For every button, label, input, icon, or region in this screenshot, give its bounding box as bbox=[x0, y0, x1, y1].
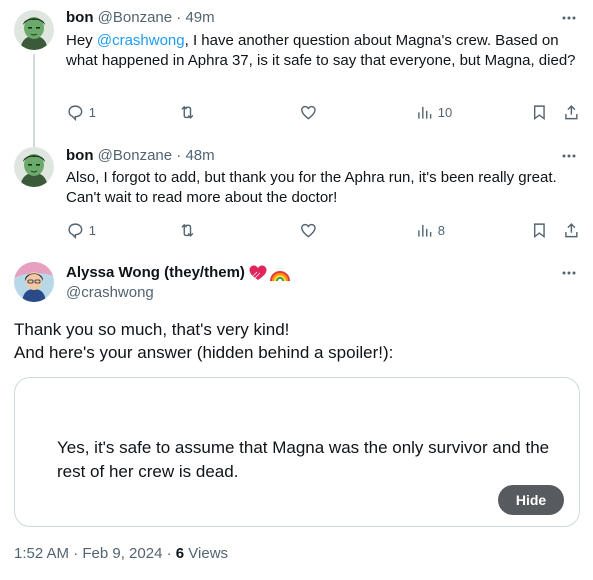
retweet-icon bbox=[181, 105, 194, 119]
spoiler-text: Yes, it's safe to assume that Magna was … bbox=[57, 438, 550, 481]
separator: · bbox=[176, 9, 182, 26]
avatar-bon-icon bbox=[14, 10, 54, 50]
bookmark-icon bbox=[533, 223, 545, 238]
thread-line bbox=[33, 54, 35, 148]
views-count: 10 bbox=[437, 104, 453, 120]
reply-button[interactable]: 1 bbox=[66, 102, 96, 122]
main-author-handle[interactable]: @crashwong bbox=[66, 283, 154, 303]
bookmark-icon bbox=[533, 105, 545, 120]
author-handle[interactable]: @Bonzane bbox=[98, 147, 172, 164]
bookmark-button[interactable] bbox=[530, 220, 549, 240]
author-name[interactable]: bon bbox=[66, 147, 94, 164]
bookmark-button[interactable] bbox=[530, 102, 549, 122]
reply-count: 1 bbox=[88, 104, 96, 120]
action-bar: 1 8 bbox=[66, 220, 582, 240]
tweet-text: Hey @crashwong, I have another question … bbox=[66, 31, 578, 71]
avatar-alyssa-icon bbox=[14, 262, 54, 302]
spoiler-card[interactable]: Yes, it's safe to assume that Magna was … bbox=[14, 377, 580, 527]
main-author-name-text[interactable]: Alyssa Wong (they/them) bbox=[66, 263, 245, 283]
avatar-bon-icon bbox=[14, 147, 54, 187]
more-icon bbox=[562, 16, 576, 20]
avatar[interactable] bbox=[14, 10, 54, 50]
tweet-header: bon @Bonzane · 49m bbox=[66, 8, 215, 28]
retweet-button[interactable] bbox=[178, 102, 197, 122]
timestamp[interactable]: 49m bbox=[185, 9, 214, 26]
retweet-button[interactable] bbox=[178, 220, 197, 240]
more-button[interactable] bbox=[559, 263, 579, 283]
timestamp[interactable]: 48m bbox=[185, 147, 214, 164]
hide-button[interactable]: Hide bbox=[498, 485, 564, 515]
main-author-name: Alyssa Wong (they/them) bbox=[66, 263, 291, 283]
like-button[interactable] bbox=[299, 220, 318, 240]
separator: · bbox=[176, 147, 182, 164]
reply-count: 1 bbox=[88, 222, 96, 238]
tweet-meta: 1:52 AM · Feb 9, 2024 · 6 Views bbox=[14, 544, 228, 564]
author-name[interactable]: bon bbox=[66, 9, 94, 26]
reply-icon bbox=[68, 223, 83, 239]
avatar[interactable] bbox=[14, 262, 54, 302]
main-tweet-text: Thank you so much, that's very kind! And… bbox=[14, 318, 579, 364]
reply-button[interactable]: 1 bbox=[66, 220, 96, 240]
more-button[interactable] bbox=[559, 146, 579, 166]
views-count: 6 bbox=[175, 545, 185, 562]
post-timestamp[interactable]: 1:52 AM · Feb 9, 2024 bbox=[14, 545, 162, 562]
main-tweet-text-line: Thank you so much, that's very kind! bbox=[14, 320, 290, 339]
author-handle[interactable]: @Bonzane bbox=[98, 9, 172, 26]
tweet-text: Also, I forgot to add, but thank you for… bbox=[66, 169, 557, 206]
views-label: Views bbox=[188, 545, 229, 562]
views-count: 8 bbox=[437, 222, 445, 238]
tweet-text-start: Hey bbox=[66, 32, 97, 49]
avatar[interactable] bbox=[14, 147, 54, 187]
retweet-icon bbox=[181, 223, 194, 237]
views-button[interactable]: 10 bbox=[415, 102, 452, 122]
action-bar: 1 10 bbox=[66, 102, 582, 122]
more-button[interactable] bbox=[559, 8, 579, 28]
heart-emoji-icon bbox=[249, 265, 267, 280]
main-tweet-text-line: And here's your answer (hidden behind a … bbox=[14, 343, 394, 362]
like-button[interactable] bbox=[299, 102, 318, 122]
more-icon bbox=[562, 154, 576, 158]
rainbow-emoji-icon bbox=[269, 271, 290, 282]
views-icon bbox=[418, 106, 432, 119]
mention-link[interactable]: @crashwong bbox=[97, 32, 185, 49]
views-button[interactable]: 8 bbox=[415, 220, 445, 240]
like-icon bbox=[301, 105, 316, 120]
views-icon bbox=[418, 224, 432, 237]
share-button[interactable] bbox=[562, 102, 581, 122]
meta-separator: · bbox=[166, 545, 172, 562]
share-button[interactable] bbox=[562, 220, 581, 240]
more-icon bbox=[562, 271, 576, 275]
share-icon bbox=[565, 222, 578, 237]
tweet-header: bon @Bonzane · 48m bbox=[66, 146, 215, 166]
reply-icon bbox=[68, 105, 83, 121]
share-icon bbox=[565, 104, 578, 119]
like-icon bbox=[301, 223, 316, 238]
